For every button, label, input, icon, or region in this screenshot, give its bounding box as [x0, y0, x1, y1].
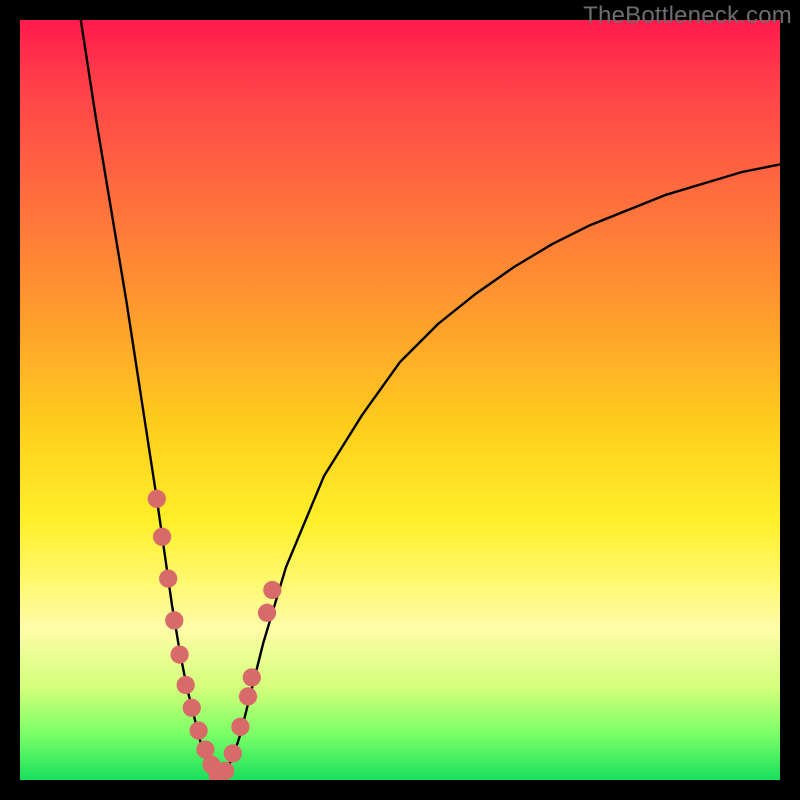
- data-point: [159, 569, 177, 587]
- chart-frame: TheBottleneck.com: [0, 0, 800, 800]
- data-point: [216, 762, 234, 780]
- data-point: [231, 718, 249, 736]
- chart-svg: [20, 20, 780, 780]
- data-point: [189, 721, 207, 739]
- data-point: [177, 676, 195, 694]
- right-curve: [218, 164, 780, 780]
- plot-area: [20, 20, 780, 780]
- data-point: [263, 581, 281, 599]
- watermark-text: TheBottleneck.com: [583, 2, 792, 30]
- data-point: [170, 645, 188, 663]
- data-point: [165, 611, 183, 629]
- data-point: [224, 744, 242, 762]
- left-curve: [81, 20, 218, 780]
- data-point: [153, 528, 171, 546]
- data-point: [239, 687, 257, 705]
- data-point: [148, 490, 166, 508]
- data-point: [183, 699, 201, 717]
- scatter-markers: [148, 490, 282, 780]
- data-point: [258, 604, 276, 622]
- data-point: [243, 668, 261, 686]
